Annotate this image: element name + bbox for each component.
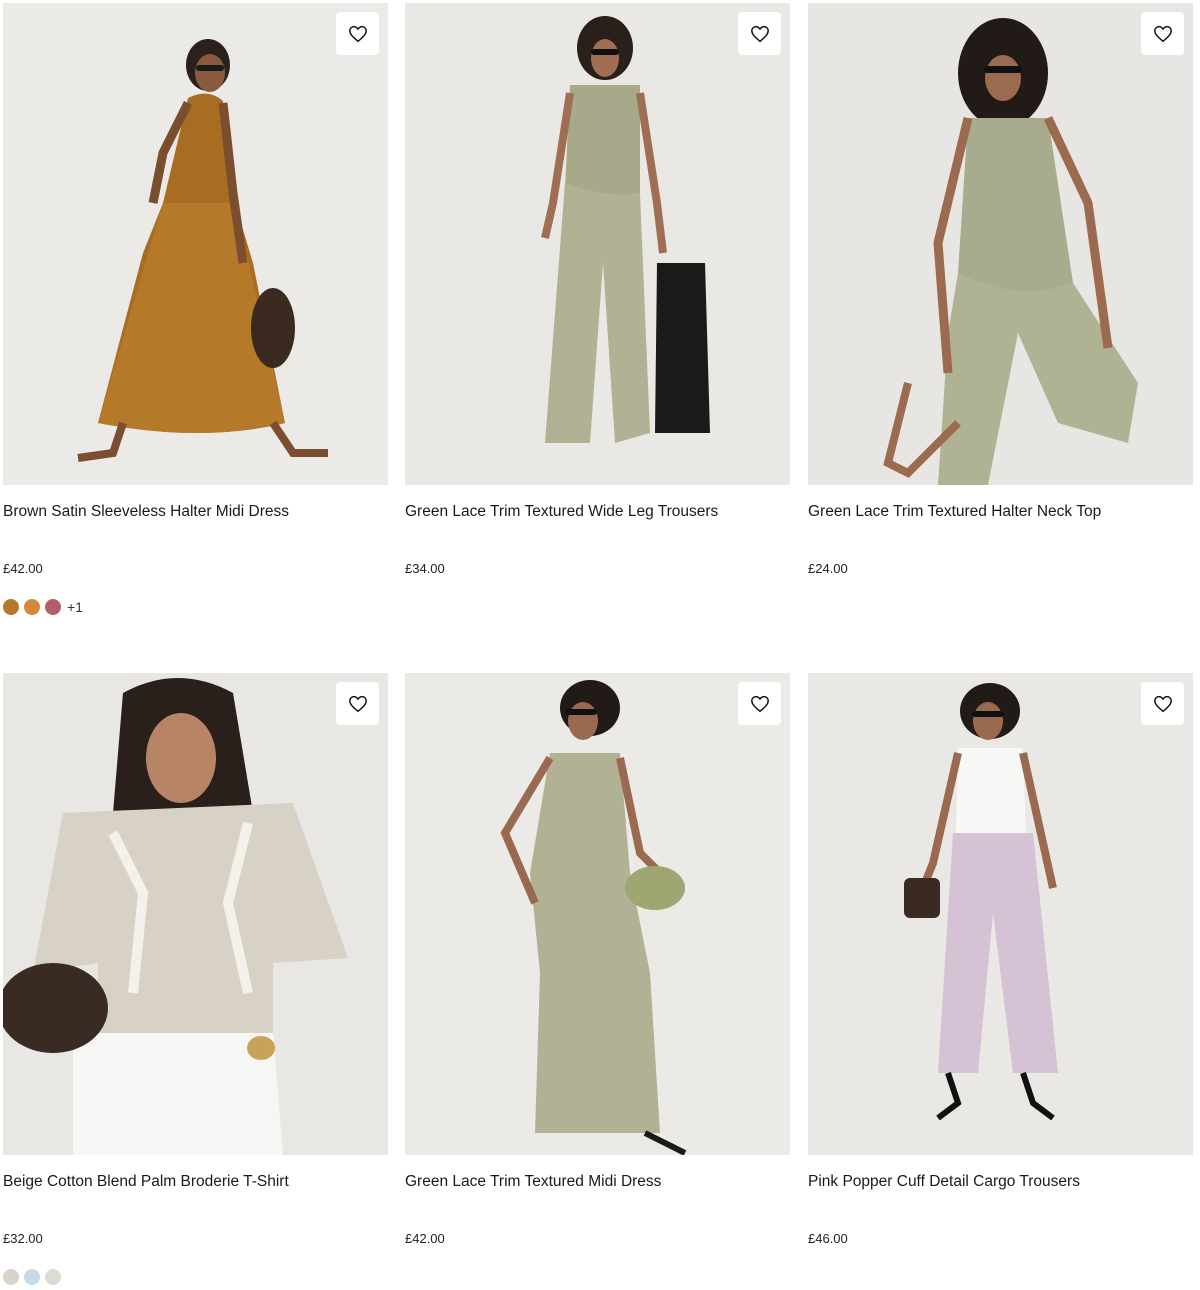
product-card[interactable]: Green Lace Trim Textured Halter Neck Top… <box>808 3 1193 576</box>
product-price: £42.00 <box>405 1231 445 1246</box>
colour-swatch[interactable] <box>45 599 61 615</box>
product-price: £34.00 <box>405 561 445 576</box>
model-photo-green-midi-dress <box>405 673 790 1155</box>
product-title[interactable]: Green Lace Trim Textured Wide Leg Trouse… <box>405 503 718 521</box>
colour-swatch[interactable] <box>3 599 19 615</box>
colour-swatch[interactable] <box>24 1269 40 1285</box>
wishlist-button[interactable] <box>1141 12 1184 55</box>
heart-icon <box>348 695 367 712</box>
product-title[interactable]: Brown Satin Sleeveless Halter Midi Dress <box>3 503 289 521</box>
product-card[interactable]: Beige Cotton Blend Palm Broderie T-Shirt… <box>3 673 388 1285</box>
product-card[interactable]: Green Lace Trim Textured Midi Dress £42.… <box>405 673 790 1246</box>
model-photo-green-trousers <box>405 3 790 485</box>
wishlist-button[interactable] <box>336 682 379 725</box>
model-photo-beige-tshirt <box>3 673 388 1155</box>
heart-icon <box>348 25 367 42</box>
heart-icon <box>1153 695 1172 712</box>
product-image[interactable] <box>808 673 1193 1155</box>
product-price: £32.00 <box>3 1231 43 1246</box>
product-image[interactable] <box>808 3 1193 485</box>
product-card[interactable]: Pink Popper Cuff Detail Cargo Trousers £… <box>808 673 1193 1246</box>
wishlist-button[interactable] <box>738 12 781 55</box>
heart-icon <box>1153 25 1172 42</box>
colour-swatch[interactable] <box>45 1269 61 1285</box>
product-title[interactable]: Green Lace Trim Textured Midi Dress <box>405 1173 661 1191</box>
colour-swatches: +1 <box>3 599 83 615</box>
colour-swatches <box>3 1269 61 1285</box>
wishlist-button[interactable] <box>336 12 379 55</box>
wishlist-button[interactable] <box>1141 682 1184 725</box>
product-card[interactable]: Green Lace Trim Textured Wide Leg Trouse… <box>405 3 790 576</box>
product-image[interactable] <box>3 3 388 485</box>
product-price: £24.00 <box>808 561 848 576</box>
product-title[interactable]: Pink Popper Cuff Detail Cargo Trousers <box>808 1173 1080 1191</box>
product-image[interactable] <box>3 673 388 1155</box>
model-photo-pink-cargo-trousers <box>808 673 1193 1155</box>
model-photo-green-top <box>808 3 1193 485</box>
product-price: £46.00 <box>808 1231 848 1246</box>
product-title[interactable]: Beige Cotton Blend Palm Broderie T-Shirt <box>3 1173 289 1191</box>
heart-icon <box>750 25 769 42</box>
product-grid: Brown Satin Sleeveless Halter Midi Dress… <box>0 0 1200 1290</box>
product-card[interactable]: Brown Satin Sleeveless Halter Midi Dress… <box>3 3 388 615</box>
product-image[interactable] <box>405 3 790 485</box>
product-title[interactable]: Green Lace Trim Textured Halter Neck Top <box>808 503 1101 521</box>
product-image[interactable] <box>405 673 790 1155</box>
product-price: £42.00 <box>3 561 43 576</box>
heart-icon <box>750 695 769 712</box>
wishlist-button[interactable] <box>738 682 781 725</box>
colour-swatch[interactable] <box>3 1269 19 1285</box>
more-colours-count[interactable]: +1 <box>67 599 83 615</box>
model-photo-brown-dress <box>3 3 388 485</box>
colour-swatch[interactable] <box>24 599 40 615</box>
